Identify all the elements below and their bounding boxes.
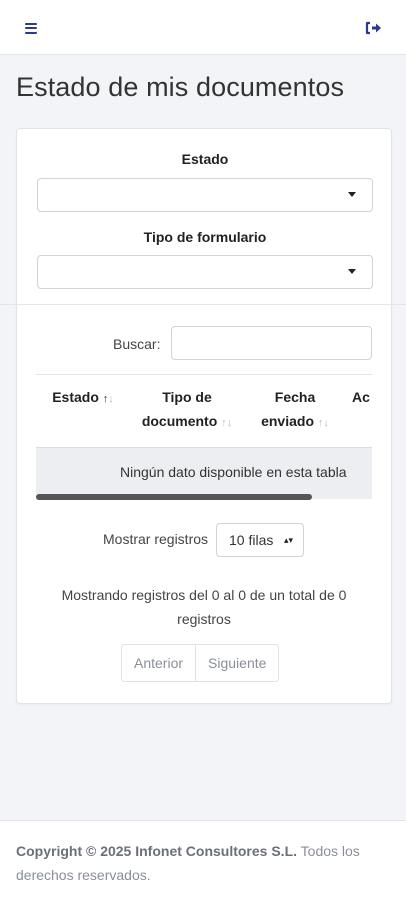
estado-select[interactable] [37,178,373,212]
column-header-line: Fecha [274,389,316,405]
footer-copyright: Copyright © 2025 Infonet Consultores S.L… [16,843,298,859]
table-horizontal-scrollbar[interactable] [36,494,312,500]
column-header-fecha-enviado[interactable]: Fecha enviado ↑↓ [255,385,335,435]
column-header-estado[interactable]: Estado ↑↓ [47,385,119,411]
empty-table-row: Ningún dato disponible en esta tabla [36,447,372,499]
updown-arrows-icon: ▴▾ [283,535,293,545]
estado-label: Estado [181,151,229,167]
section-divider [0,304,406,305]
rows-per-page-value: 10 filas [229,532,274,548]
table-info-text: Mostrando registros del 0 al 0 de un tot… [61,587,347,627]
column-header-line: Tipo de [162,389,212,405]
tipo-formulario-select[interactable] [37,255,373,289]
column-header-text: documento [141,413,218,429]
rows-per-page-select[interactable]: 10 filas ▴▾ [216,523,304,557]
next-page-button[interactable]: Siguiente [195,645,278,681]
tipo-formulario-label: Tipo de formulario [143,229,267,245]
previous-page-button[interactable]: Anterior [122,645,195,681]
sign-out-icon[interactable] [364,18,386,38]
column-header-text: Ac [352,389,370,405]
column-header-acciones[interactable]: Ac [352,385,372,409]
page-title: Estado de mis documentos [16,72,345,102]
top-navbar [0,0,406,55]
rows-per-page-label: Mostrar registros [103,531,209,547]
hamburger-menu-icon[interactable] [20,18,42,38]
search-input[interactable] [171,326,372,360]
sort-desc-icon: ↓ [323,417,329,429]
column-header-text: enviado [261,413,314,429]
caret-down-icon [348,192,356,197]
search-label: Buscar: [113,336,161,352]
caret-down-icon [348,269,356,274]
documents-table: Estado ↑↓ Tipo de documento ↑↓ Fecha env… [36,374,372,502]
footer: Copyright © 2025 Infonet Consultores S.L… [0,820,406,900]
sort-desc-icon: ↓ [226,417,233,429]
column-header-text: Estado [52,389,99,405]
pagination: Anterior Siguiente [121,644,280,682]
column-header-tipo-documento[interactable]: Tipo de documento ↑↓ [135,385,239,435]
sort-desc-icon: ↓ [108,393,114,405]
empty-table-message: Ningún dato disponible en esta tabla [120,464,347,480]
